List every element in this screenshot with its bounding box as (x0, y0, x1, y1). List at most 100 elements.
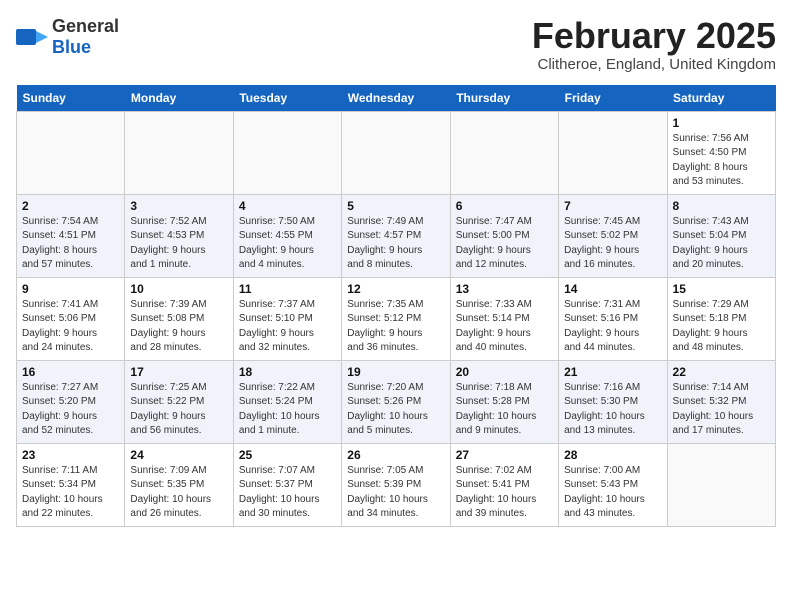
calendar-cell (450, 111, 558, 194)
day-info: Sunrise: 7:18 AM Sunset: 5:28 PM Dayligh… (456, 381, 553, 439)
calendar-cell: 4 Sunrise: 7:50 AM Sunset: 4:55 PM Daylig… (233, 194, 341, 277)
day-number: 11 (239, 282, 336, 296)
day-info: Sunrise: 7:37 AM Sunset: 5:10 PM Dayligh… (239, 298, 336, 356)
calendar-cell (233, 111, 341, 194)
day-info: Sunrise: 7:45 AM Sunset: 5:02 PM Dayligh… (564, 215, 661, 273)
day-number: 19 (347, 365, 444, 379)
calendar-cell: 25 Sunrise: 7:07 AM Sunset: 5:37 PM Dayli… (233, 443, 341, 526)
day-info: Sunrise: 7:52 AM Sunset: 4:53 PM Dayligh… (130, 215, 227, 273)
day-info: Sunrise: 7:14 AM Sunset: 5:32 PM Dayligh… (673, 381, 770, 439)
logo-general: General (52, 16, 119, 36)
calendar-cell: 21 Sunrise: 7:16 AM Sunset: 5:30 PM Dayli… (559, 360, 667, 443)
calendar-cell: 22 Sunrise: 7:14 AM Sunset: 5:32 PM Dayli… (667, 360, 775, 443)
day-info: Sunrise: 7:43 AM Sunset: 5:04 PM Dayligh… (673, 215, 770, 273)
logo-blue: Blue (52, 37, 91, 57)
day-info: Sunrise: 7:47 AM Sunset: 5:00 PM Dayligh… (456, 215, 553, 273)
calendar-cell: 23 Sunrise: 7:11 AM Sunset: 5:34 PM Dayli… (17, 443, 125, 526)
day-number: 14 (564, 282, 661, 296)
calendar-cell: 9 Sunrise: 7:41 AM Sunset: 5:06 PM Daylig… (17, 277, 125, 360)
calendar-cell: 12Sunrise: 7:35 AM Sunset: 5:12 PM Dayli… (342, 277, 450, 360)
calendar-title: February 2025 (532, 16, 776, 56)
day-number: 1 (673, 116, 770, 130)
calendar-cell: 3Sunrise: 7:52 AM Sunset: 4:53 PM Daylig… (125, 194, 233, 277)
week-row-2: 2 Sunrise: 7:54 AM Sunset: 4:51 PM Daylig… (17, 194, 776, 277)
day-info: Sunrise: 7:33 AM Sunset: 5:14 PM Dayligh… (456, 298, 553, 356)
calendar-cell: 6 Sunrise: 7:47 AM Sunset: 5:00 PM Daylig… (450, 194, 558, 277)
day-number: 10 (130, 282, 227, 296)
calendar-cell: 28 Sunrise: 7:00 AM Sunset: 5:43 PM Dayli… (559, 443, 667, 526)
day-number: 18 (239, 365, 336, 379)
day-number: 4 (239, 199, 336, 213)
day-info: Sunrise: 7:54 AM Sunset: 4:51 PM Dayligh… (22, 215, 119, 273)
calendar-cell: 14Sunrise: 7:31 AM Sunset: 5:16 PM Dayli… (559, 277, 667, 360)
day-number: 23 (22, 448, 119, 462)
calendar-cell: 20 Sunrise: 7:18 AM Sunset: 5:28 PM Dayli… (450, 360, 558, 443)
day-number: 16 (22, 365, 119, 379)
day-info: Sunrise: 7:20 AM Sunset: 5:26 PM Dayligh… (347, 381, 444, 439)
day-number: 2 (22, 199, 119, 213)
day-number: 8 (673, 199, 770, 213)
logo: General Blue (16, 16, 119, 58)
calendar-cell: 15Sunrise: 7:29 AM Sunset: 5:18 PM Dayli… (667, 277, 775, 360)
day-number: 13 (456, 282, 553, 296)
calendar-cell (667, 443, 775, 526)
calendar-cell: 16 Sunrise: 7:27 AM Sunset: 5:20 PM Dayli… (17, 360, 125, 443)
calendar-cell: 19 Sunrise: 7:20 AM Sunset: 5:26 PM Dayli… (342, 360, 450, 443)
day-number: 25 (239, 448, 336, 462)
calendar-cell: 7 Sunrise: 7:45 AM Sunset: 5:02 PM Daylig… (559, 194, 667, 277)
day-info: Sunrise: 7:11 AM Sunset: 5:34 PM Dayligh… (22, 464, 119, 522)
day-number: 7 (564, 199, 661, 213)
calendar-cell (559, 111, 667, 194)
day-number: 27 (456, 448, 553, 462)
calendar-cell: 2 Sunrise: 7:54 AM Sunset: 4:51 PM Daylig… (17, 194, 125, 277)
day-number: 28 (564, 448, 661, 462)
day-info: Sunrise: 7:39 AM Sunset: 5:08 PM Dayligh… (130, 298, 227, 356)
day-info: Sunrise: 7:50 AM Sunset: 4:55 PM Dayligh… (239, 215, 336, 273)
calendar-cell: 27 Sunrise: 7:02 AM Sunset: 5:41 PM Dayli… (450, 443, 558, 526)
weekday-header-thursday: Thursday (450, 85, 558, 112)
day-number: 21 (564, 365, 661, 379)
calendar-cell: 24 Sunrise: 7:09 AM Sunset: 5:35 PM Dayli… (125, 443, 233, 526)
week-row-1: 1 Sunrise: 7:56 AM Sunset: 4:50 PM Daylig… (17, 111, 776, 194)
calendar-cell (17, 111, 125, 194)
day-info: Sunrise: 7:00 AM Sunset: 5:43 PM Dayligh… (564, 464, 661, 522)
day-info: Sunrise: 7:16 AM Sunset: 5:30 PM Dayligh… (564, 381, 661, 439)
day-info: Sunrise: 7:05 AM Sunset: 5:39 PM Dayligh… (347, 464, 444, 522)
weekday-header-wednesday: Wednesday (342, 85, 450, 112)
title-section: February 2025 Clitheroe, England, United… (532, 16, 776, 73)
day-number: 17 (130, 365, 227, 379)
calendar-cell (342, 111, 450, 194)
weekday-header-row: SundayMondayTuesdayWednesdayThursdayFrid… (17, 85, 776, 112)
day-info: Sunrise: 7:09 AM Sunset: 5:35 PM Dayligh… (130, 464, 227, 522)
day-number: 22 (673, 365, 770, 379)
day-info: Sunrise: 7:07 AM Sunset: 5:37 PM Dayligh… (239, 464, 336, 522)
calendar-cell: 5Sunrise: 7:49 AM Sunset: 4:57 PM Daylig… (342, 194, 450, 277)
week-row-4: 16 Sunrise: 7:27 AM Sunset: 5:20 PM Dayli… (17, 360, 776, 443)
day-number: 26 (347, 448, 444, 462)
calendar-cell: 13 Sunrise: 7:33 AM Sunset: 5:14 PM Dayli… (450, 277, 558, 360)
day-info: Sunrise: 7:25 AM Sunset: 5:22 PM Dayligh… (130, 381, 227, 439)
logo-icon (16, 21, 48, 53)
page-header: General Blue February 2025 Clitheroe, En… (16, 16, 776, 73)
day-number: 24 (130, 448, 227, 462)
day-info: Sunrise: 7:27 AM Sunset: 5:20 PM Dayligh… (22, 381, 119, 439)
weekday-header-tuesday: Tuesday (233, 85, 341, 112)
day-number: 15 (673, 282, 770, 296)
calendar-cell: 11 Sunrise: 7:37 AM Sunset: 5:10 PM Dayli… (233, 277, 341, 360)
calendar-cell: 1 Sunrise: 7:56 AM Sunset: 4:50 PM Daylig… (667, 111, 775, 194)
day-info: Sunrise: 7:56 AM Sunset: 4:50 PM Dayligh… (673, 132, 770, 190)
calendar-cell: 8 Sunrise: 7:43 AM Sunset: 5:04 PM Daylig… (667, 194, 775, 277)
calendar-subtitle: Clitheroe, England, United Kingdom (532, 56, 776, 73)
day-number: 9 (22, 282, 119, 296)
day-info: Sunrise: 7:02 AM Sunset: 5:41 PM Dayligh… (456, 464, 553, 522)
week-row-3: 9 Sunrise: 7:41 AM Sunset: 5:06 PM Daylig… (17, 277, 776, 360)
day-number: 6 (456, 199, 553, 213)
week-row-5: 23 Sunrise: 7:11 AM Sunset: 5:34 PM Dayli… (17, 443, 776, 526)
weekday-header-saturday: Saturday (667, 85, 775, 112)
day-number: 20 (456, 365, 553, 379)
calendar-cell (125, 111, 233, 194)
calendar-cell: 10 Sunrise: 7:39 AM Sunset: 5:08 PM Dayli… (125, 277, 233, 360)
day-info: Sunrise: 7:41 AM Sunset: 5:06 PM Dayligh… (22, 298, 119, 356)
calendar-cell: 17 Sunrise: 7:25 AM Sunset: 5:22 PM Dayli… (125, 360, 233, 443)
day-info: Sunrise: 7:35 AM Sunset: 5:12 PM Dayligh… (347, 298, 444, 356)
